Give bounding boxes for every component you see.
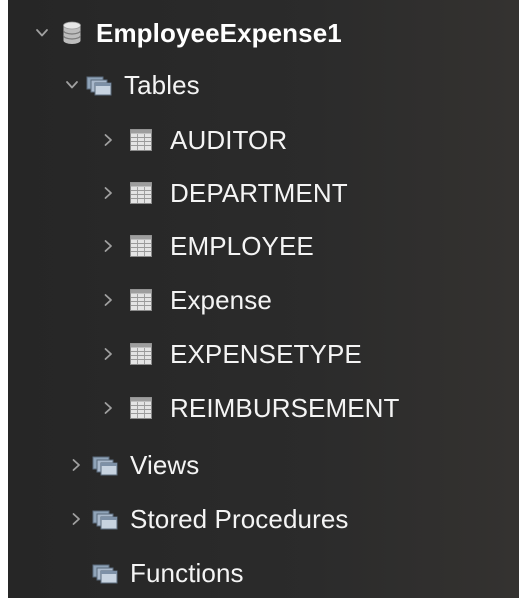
tree-node-table[interactable]: REIMBURSEMENT [100, 383, 400, 433]
tree-node-table[interactable]: DEPARTMENT [100, 168, 348, 218]
folder-label: Views [130, 450, 200, 480]
chevron-right-icon[interactable] [100, 400, 116, 416]
chevron-down-icon[interactable] [34, 25, 50, 41]
chevron-down-icon[interactable] [64, 77, 80, 93]
table-label: AUDITOR [170, 125, 288, 155]
tree-node-tables-folder[interactable]: Tables [64, 60, 200, 110]
table-label: DEPARTMENT [170, 178, 348, 208]
table-label: Expense [170, 285, 272, 315]
tree-node-functions-folder[interactable]: Functions [68, 548, 244, 598]
table-label: EXPENSETYPE [170, 339, 362, 369]
table-label: EMPLOYEE [170, 231, 314, 261]
tree-node-stored-procedures-folder[interactable]: Stored Procedures [68, 494, 349, 544]
tree-node-table[interactable]: EXPENSETYPE [100, 329, 362, 379]
folder-icon [86, 74, 112, 96]
chevron-right-icon[interactable] [68, 511, 84, 527]
folder-label: Stored Procedures [130, 504, 349, 534]
table-icon [130, 397, 152, 419]
folder-label: Tables [124, 70, 200, 100]
tree-node-database[interactable]: EmployeeExpense1 [34, 8, 342, 58]
chevron-right-icon[interactable] [68, 457, 84, 473]
table-icon [130, 289, 152, 311]
folder-icon [92, 454, 118, 476]
database-icon [62, 21, 82, 45]
tree-node-views-folder[interactable]: Views [68, 440, 199, 490]
database-label: EmployeeExpense1 [96, 18, 342, 48]
chevron-right-icon[interactable] [100, 238, 116, 254]
tree-node-table[interactable]: EMPLOYEE [100, 221, 314, 271]
table-icon [130, 343, 152, 365]
chevron-right-icon[interactable] [100, 346, 116, 362]
table-icon [130, 235, 152, 257]
tree-node-table[interactable]: AUDITOR [100, 115, 287, 165]
folder-icon [92, 508, 118, 530]
table-label: REIMBURSEMENT [170, 393, 400, 423]
chevron-right-icon[interactable] [100, 292, 116, 308]
tree-node-table[interactable]: Expense [100, 275, 272, 325]
folder-label: Functions [130, 558, 244, 588]
folder-icon [92, 562, 118, 584]
chevron-right-icon[interactable] [100, 132, 116, 148]
chevron-right-icon[interactable] [100, 185, 116, 201]
table-icon [130, 182, 152, 204]
object-explorer-panel: EmployeeExpense1 Tables AUDITOR DEPARTME… [8, 0, 519, 598]
table-icon [130, 129, 152, 151]
